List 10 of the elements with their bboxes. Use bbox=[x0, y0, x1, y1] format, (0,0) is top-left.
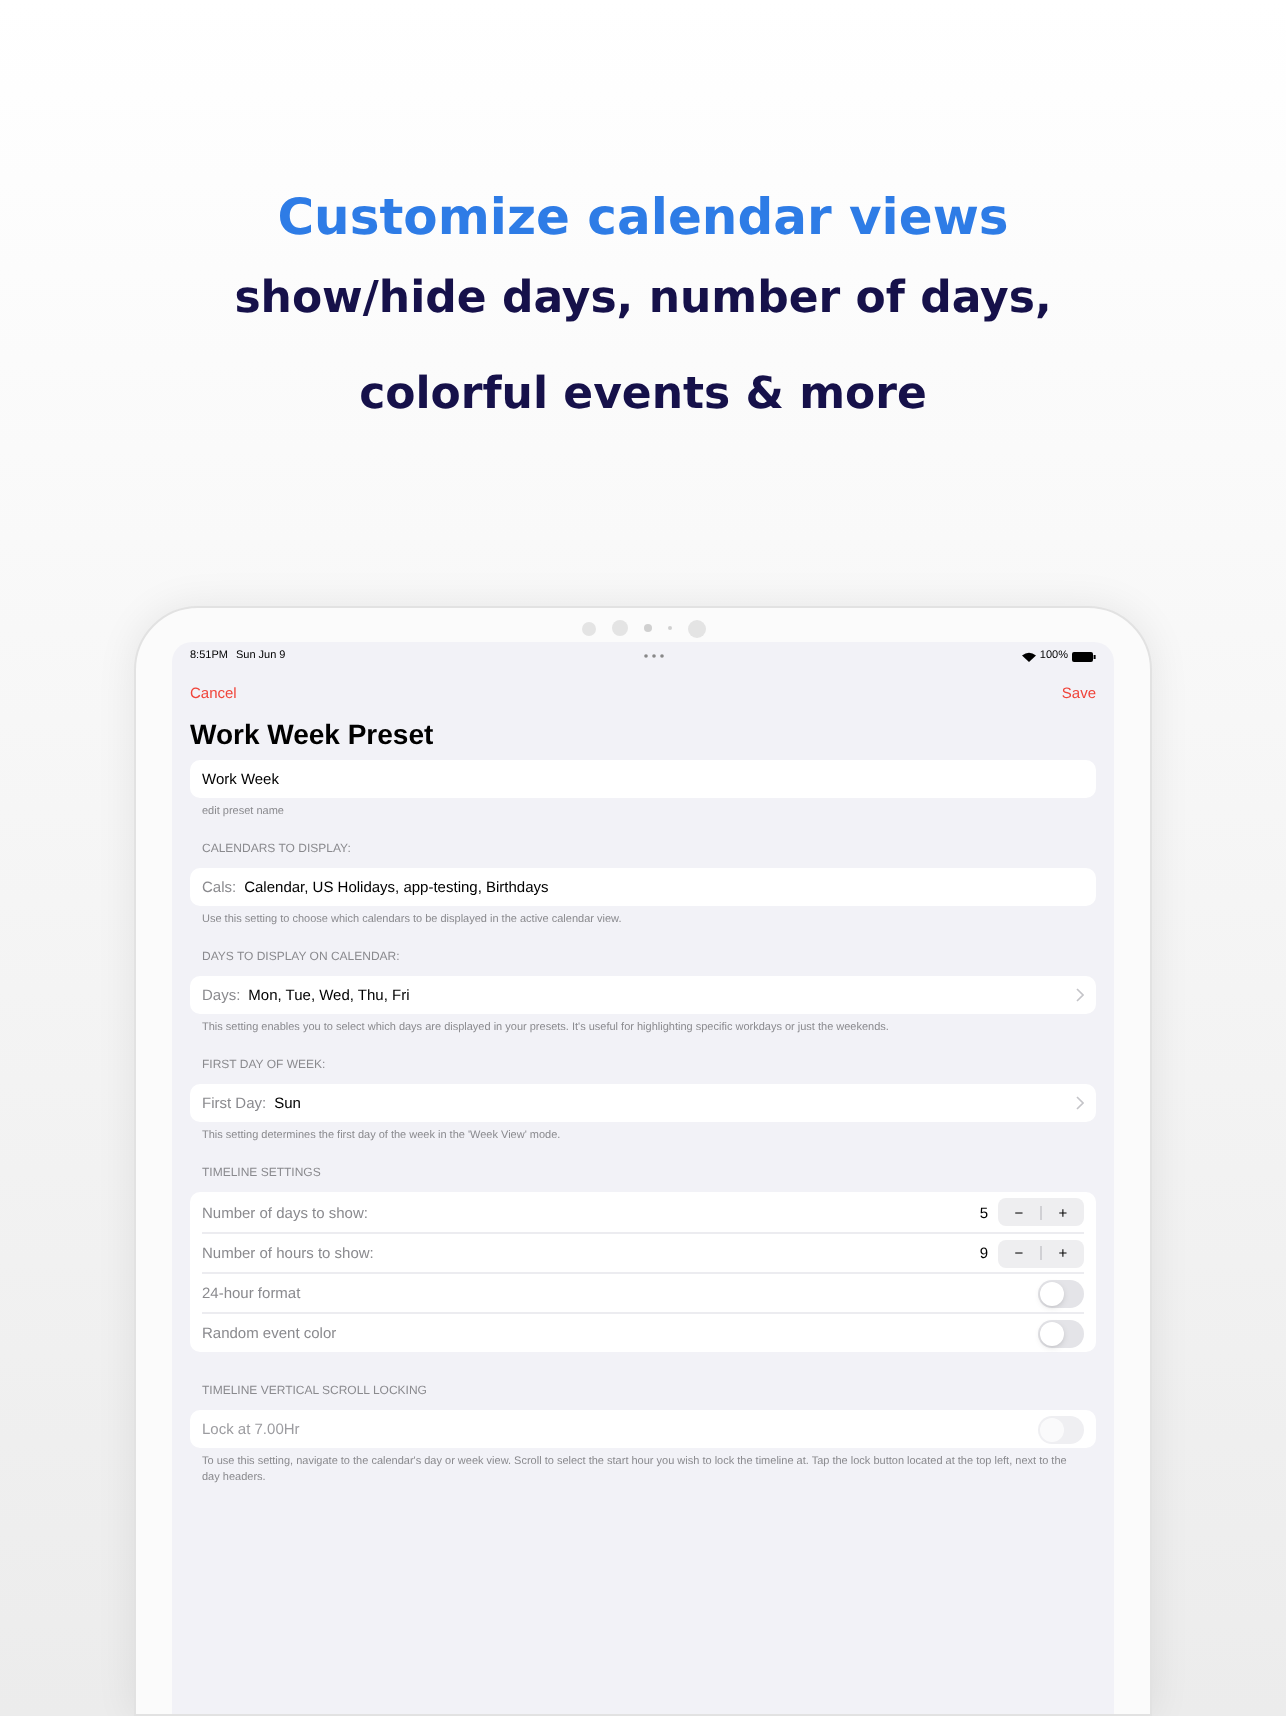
battery-icon bbox=[1071, 651, 1096, 661]
page-title: Work Week Preset bbox=[190, 716, 436, 753]
headline-subtitle: colorful events & more bbox=[359, 368, 927, 424]
toggle-switch[interactable] bbox=[1038, 1279, 1084, 1308]
headline-subtitle: show/hide days, number of days, bbox=[234, 272, 1052, 328]
chevron-icon bbox=[1076, 1096, 1084, 1111]
wifi-icon bbox=[1021, 651, 1036, 661]
toggle-switch[interactable] bbox=[1038, 1319, 1084, 1348]
chevron-icon bbox=[1076, 988, 1084, 1003]
headline-title: Customize calendar views bbox=[277, 186, 1009, 250]
